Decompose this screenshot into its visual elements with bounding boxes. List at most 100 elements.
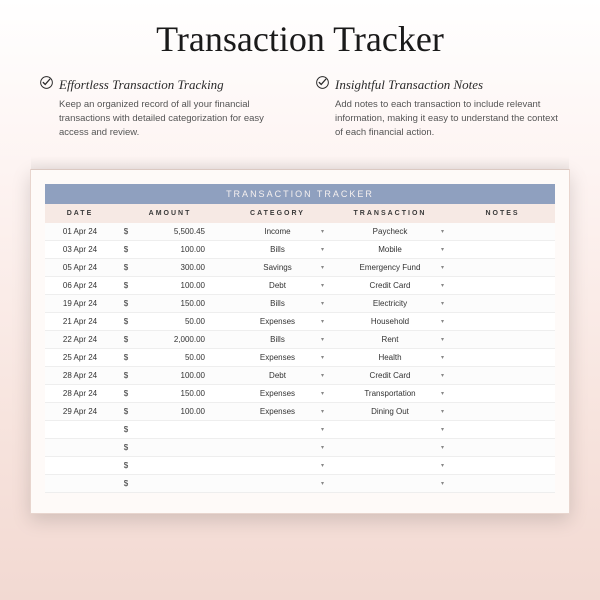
cell-notes[interactable] [450,390,555,398]
dropdown-icon[interactable]: ▾ [441,336,444,343]
cell-transaction[interactable]: Transportation▾ [330,385,450,402]
cell-notes[interactable] [450,408,555,416]
cell-date[interactable]: 25 Apr 24 [45,349,115,366]
dropdown-icon[interactable]: ▾ [441,264,444,271]
cell-amount[interactable]: $100.00 [115,367,225,384]
dropdown-icon[interactable]: ▾ [321,408,324,415]
table-row[interactable]: 21 Apr 24$50.00Expenses▾Household▾ [45,313,555,331]
table-row[interactable]: 01 Apr 24$5,500.45Income▾Paycheck▾ [45,223,555,241]
cell-category[interactable]: Income▾ [225,223,330,240]
cell-date[interactable]: 19 Apr 24 [45,295,115,312]
cell-category[interactable]: ▾ [225,462,330,470]
cell-date[interactable]: 01 Apr 24 [45,223,115,240]
dropdown-icon[interactable]: ▾ [441,480,444,487]
table-row[interactable]: 03 Apr 24$100.00Bills▾Mobile▾ [45,241,555,259]
cell-date[interactable] [45,444,115,452]
table-row[interactable]: 22 Apr 24$2,000.00Bills▾Rent▾ [45,331,555,349]
cell-date[interactable] [45,462,115,470]
cell-date[interactable]: 28 Apr 24 [45,367,115,384]
dropdown-icon[interactable]: ▾ [441,426,444,433]
cell-amount[interactable]: $5,500.45 [115,223,225,240]
dropdown-icon[interactable]: ▾ [321,462,324,469]
dropdown-icon[interactable]: ▾ [321,318,324,325]
dropdown-icon[interactable]: ▾ [441,354,444,361]
cell-transaction[interactable]: Household▾ [330,313,450,330]
table-row[interactable]: 28 Apr 24$150.00Expenses▾Transportation▾ [45,385,555,403]
cell-date[interactable]: 03 Apr 24 [45,241,115,258]
dropdown-icon[interactable]: ▾ [321,480,324,487]
cell-category[interactable]: ▾ [225,444,330,452]
dropdown-icon[interactable]: ▾ [321,282,324,289]
cell-amount[interactable]: $50.00 [115,349,225,366]
cell-amount[interactable]: $ [115,457,225,474]
cell-amount[interactable]: $ [115,421,225,438]
dropdown-icon[interactable]: ▾ [441,318,444,325]
cell-category[interactable]: ▾ [225,426,330,434]
cell-notes[interactable] [450,228,555,236]
table-row[interactable]: $ ▾ ▾ [45,475,555,493]
dropdown-icon[interactable]: ▾ [321,228,324,235]
dropdown-icon[interactable]: ▾ [441,282,444,289]
cell-notes[interactable] [450,444,555,452]
cell-amount[interactable]: $50.00 [115,313,225,330]
dropdown-icon[interactable]: ▾ [441,300,444,307]
table-row[interactable]: $ ▾ ▾ [45,421,555,439]
table-row[interactable]: 29 Apr 24$100.00Expenses▾Dining Out▾ [45,403,555,421]
table-row[interactable]: 06 Apr 24$100.00Debt▾Credit Card▾ [45,277,555,295]
cell-category[interactable]: Bills▾ [225,331,330,348]
cell-notes[interactable] [450,480,555,488]
cell-transaction[interactable]: Credit Card▾ [330,277,450,294]
dropdown-icon[interactable]: ▾ [321,336,324,343]
cell-amount[interactable]: $100.00 [115,241,225,258]
dropdown-icon[interactable]: ▾ [321,354,324,361]
cell-amount[interactable]: $ [115,439,225,456]
dropdown-icon[interactable]: ▾ [441,390,444,397]
cell-transaction[interactable]: Paycheck▾ [330,223,450,240]
table-row[interactable]: 19 Apr 24$150.00Bills▾Electricity▾ [45,295,555,313]
cell-notes[interactable] [450,246,555,254]
cell-transaction[interactable]: Dining Out▾ [330,403,450,420]
cell-date[interactable] [45,480,115,488]
cell-date[interactable]: 21 Apr 24 [45,313,115,330]
cell-date[interactable]: 22 Apr 24 [45,331,115,348]
cell-transaction[interactable]: Electricity▾ [330,295,450,312]
cell-category[interactable]: Expenses▾ [225,385,330,402]
dropdown-icon[interactable]: ▾ [321,390,324,397]
cell-notes[interactable] [450,336,555,344]
dropdown-icon[interactable]: ▾ [441,228,444,235]
dropdown-icon[interactable]: ▾ [441,462,444,469]
dropdown-icon[interactable]: ▾ [441,372,444,379]
cell-date[interactable]: 28 Apr 24 [45,385,115,402]
cell-transaction[interactable]: ▾ [330,462,450,470]
dropdown-icon[interactable]: ▾ [321,264,324,271]
dropdown-icon[interactable]: ▾ [321,426,324,433]
cell-category[interactable]: Bills▾ [225,295,330,312]
cell-transaction[interactable]: Emergency Fund▾ [330,259,450,276]
cell-category[interactable]: ▾ [225,480,330,488]
cell-notes[interactable] [450,318,555,326]
cell-date[interactable] [45,426,115,434]
table-row[interactable]: $▾▾ [45,439,555,457]
cell-date[interactable]: 29 Apr 24 [45,403,115,420]
dropdown-icon[interactable]: ▾ [321,246,324,253]
table-row[interactable]: 25 Apr 24$50.00Expenses▾Health▾ [45,349,555,367]
cell-category[interactable]: Expenses▾ [225,313,330,330]
cell-transaction[interactable]: ▾ [330,426,450,434]
dropdown-icon[interactable]: ▾ [441,408,444,415]
cell-amount[interactable]: $100.00 [115,277,225,294]
cell-amount[interactable]: $100.00 [115,403,225,420]
cell-notes[interactable] [450,354,555,362]
dropdown-icon[interactable]: ▾ [441,444,444,451]
cell-amount[interactable]: $ [115,475,225,492]
cell-amount[interactable]: $2,000.00 [115,331,225,348]
cell-date[interactable]: 06 Apr 24 [45,277,115,294]
cell-notes[interactable] [450,300,555,308]
cell-transaction[interactable]: Rent▾ [330,331,450,348]
cell-category[interactable]: Expenses▾ [225,349,330,366]
cell-category[interactable]: Savings▾ [225,259,330,276]
cell-category[interactable]: Debt▾ [225,367,330,384]
cell-transaction[interactable]: Mobile▾ [330,241,450,258]
cell-amount[interactable]: $150.00 [115,385,225,402]
table-row[interactable]: 28 Apr 24$100.00Debt▾Credit Card▾ [45,367,555,385]
cell-category[interactable]: Debt▾ [225,277,330,294]
